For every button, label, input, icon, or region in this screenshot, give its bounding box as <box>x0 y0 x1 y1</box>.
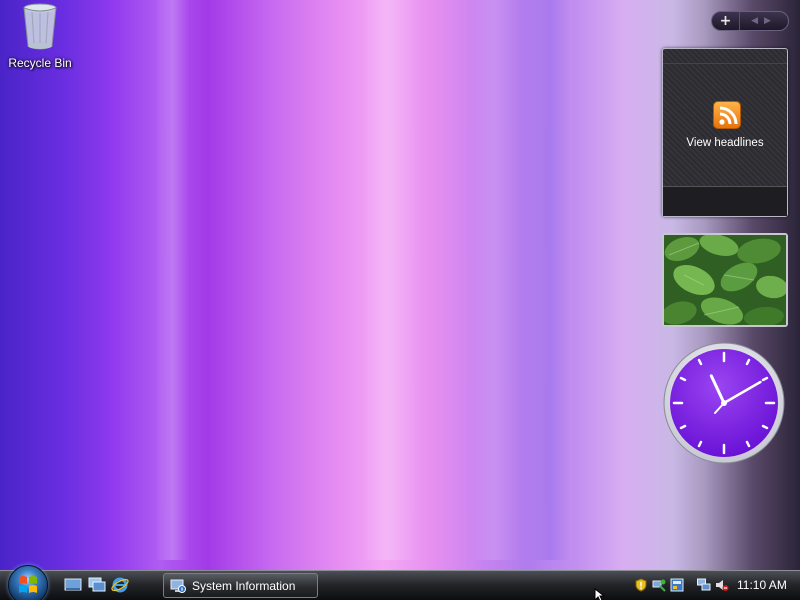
wallpaper-streak <box>360 0 420 560</box>
windows-logo-icon <box>19 576 37 593</box>
internet-explorer-icon[interactable] <box>111 576 129 594</box>
slideshow-gadget[interactable] <box>662 233 788 327</box>
mouse-cursor-icon <box>594 587 606 600</box>
wallpaper-streak <box>470 0 520 560</box>
desktop-icon-label: Recycle Bin <box>8 56 72 70</box>
recycle-bin-icon <box>20 2 60 52</box>
desktop-icon-recycle-bin[interactable]: Recycle Bin <box>4 2 76 70</box>
add-gadget-button[interactable]: + <box>712 12 740 30</box>
network-icon[interactable] <box>697 577 711 591</box>
feed-headlines-gadget[interactable]: View headlines <box>662 48 788 217</box>
start-button[interactable] <box>8 565 48 600</box>
green-leaves-photo <box>664 235 786 325</box>
switch-windows-icon[interactable] <box>88 576 106 594</box>
windows-update-icon[interactable] <box>670 577 684 592</box>
volume-muted-icon[interactable] <box>715 577 729 591</box>
show-desktop-icon[interactable] <box>64 576 82 594</box>
wallpaper-streak <box>155 0 190 560</box>
chevron-left-icon[interactable]: ◀ <box>751 16 764 26</box>
taskbar-clock[interactable]: 11:10 AM <box>737 578 787 592</box>
chevron-right-icon[interactable]: ▶ <box>764 16 777 26</box>
gadget-divider <box>663 63 787 64</box>
network-status-icon[interactable] <box>652 577 666 592</box>
clock-gadget[interactable] <box>663 342 785 464</box>
wallpaper-streak <box>530 0 570 560</box>
gadget-nav: ◀▶ <box>740 16 788 26</box>
taskbar-button-label: System Information <box>192 578 296 593</box>
system-information-icon <box>170 579 186 593</box>
taskbar-button-system-information[interactable]: System Information <box>163 573 318 598</box>
security-shield-icon[interactable] <box>634 577 648 592</box>
sidebar-controls: + ◀▶ <box>711 11 789 31</box>
feed-gadget-footer <box>663 186 787 216</box>
rss-icon <box>713 101 741 129</box>
feed-gadget-title[interactable]: View headlines <box>663 137 787 149</box>
